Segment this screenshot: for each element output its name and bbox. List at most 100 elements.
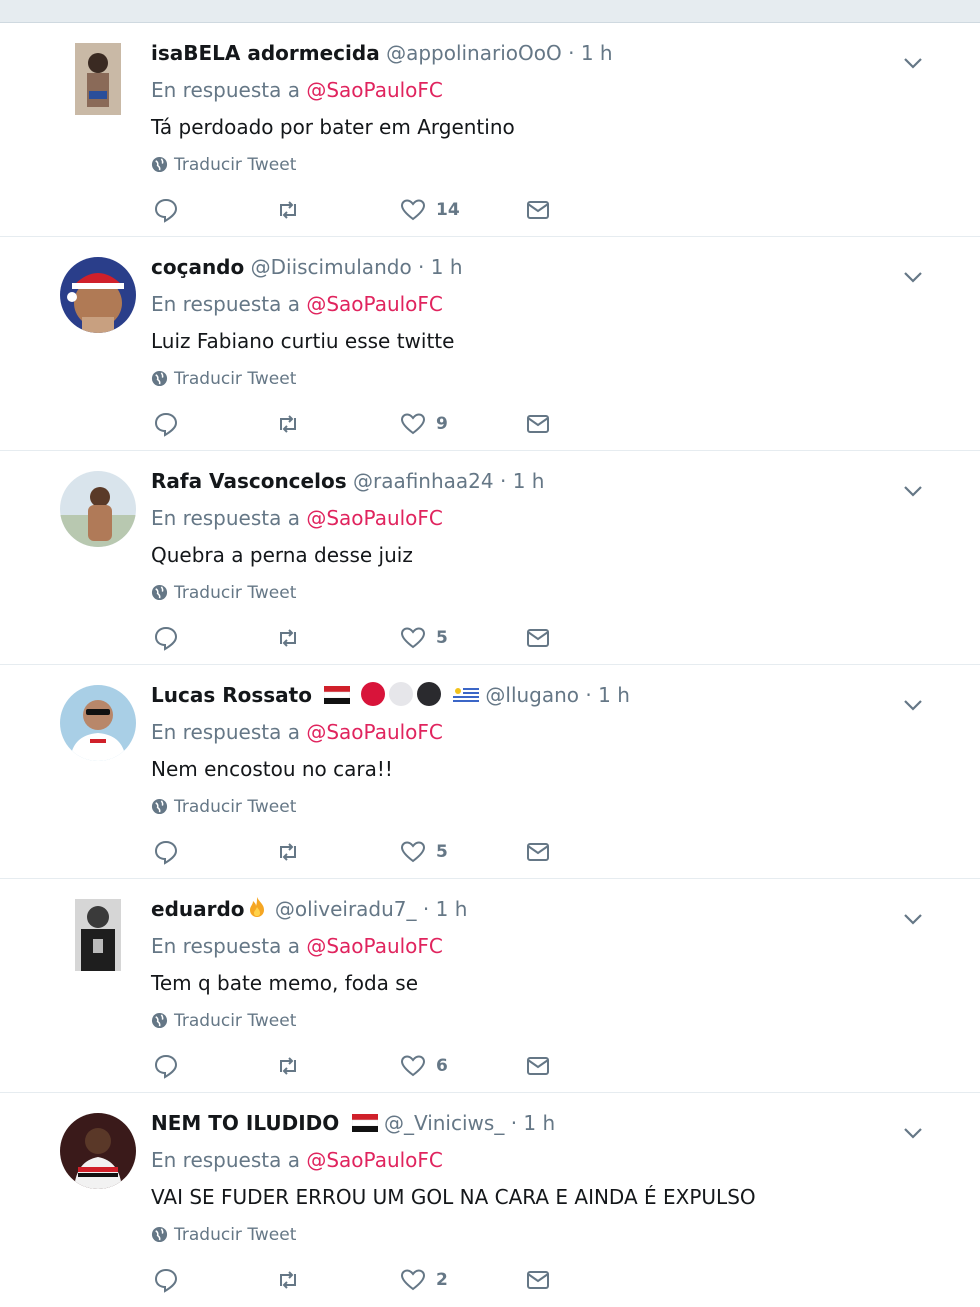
handle[interactable]: @_Viniciws_ bbox=[384, 1111, 504, 1135]
retweet-button[interactable] bbox=[275, 1265, 301, 1295]
tweet-actions: 5 bbox=[151, 623, 571, 653]
mention-link[interactable]: @SaoPauloFC bbox=[306, 506, 443, 530]
caret-down-icon[interactable] bbox=[901, 51, 925, 75]
reply-icon bbox=[154, 412, 178, 437]
display-name[interactable]: Lucas Rossato bbox=[151, 683, 312, 707]
translate-label: Traducir Tweet bbox=[174, 1225, 297, 1245]
like-button[interactable]: 2 bbox=[400, 1265, 448, 1295]
tweet-actions: 2 bbox=[151, 1265, 571, 1295]
caret-down-icon[interactable] bbox=[901, 693, 925, 717]
display-name[interactable]: coçando bbox=[151, 255, 244, 279]
mention-link[interactable]: @SaoPauloFC bbox=[306, 720, 443, 744]
retweet-button[interactable] bbox=[275, 1051, 301, 1081]
tweet-text: Tá perdoado por bater em Argentino bbox=[151, 115, 515, 139]
caret-down-icon[interactable] bbox=[901, 907, 925, 931]
display-name[interactable]: eduardo bbox=[151, 897, 245, 921]
retweet-button[interactable] bbox=[275, 409, 301, 439]
retweet-button[interactable] bbox=[275, 837, 301, 867]
reply-feed: isaBELA adormecida @appolinarioOoO · 1 h… bbox=[0, 23, 980, 1307]
dm-button[interactable] bbox=[525, 409, 551, 439]
timestamp[interactable]: 1 h bbox=[513, 469, 545, 493]
mention-link[interactable]: @SaoPauloFC bbox=[306, 934, 443, 958]
avatar[interactable] bbox=[60, 257, 136, 333]
reply-icon bbox=[154, 1054, 178, 1079]
timestamp[interactable]: 1 h bbox=[523, 1111, 555, 1135]
mention-link[interactable]: @SaoPauloFC bbox=[306, 292, 443, 316]
tweet[interactable]: Rafa Vasconcelos @raafinhaa24 · 1 h En r… bbox=[0, 451, 980, 665]
dm-icon bbox=[527, 1271, 549, 1289]
avatar[interactable] bbox=[60, 685, 136, 761]
reply-prefix: En respuesta a bbox=[151, 506, 300, 530]
like-count: 9 bbox=[436, 414, 448, 434]
tweet[interactable]: eduardo @oliveiradu7_ · 1 h En respuesta… bbox=[0, 879, 980, 1093]
translate-link[interactable]: Traducir Tweet bbox=[151, 1223, 296, 1247]
handle[interactable]: @raafinhaa24 bbox=[353, 469, 494, 493]
dm-button[interactable] bbox=[525, 623, 551, 653]
avatar[interactable] bbox=[75, 43, 121, 115]
reply-button[interactable] bbox=[153, 409, 179, 439]
caret-down-icon[interactable] bbox=[901, 479, 925, 503]
tweet[interactable]: isaBELA adormecida @appolinarioOoO · 1 h… bbox=[0, 23, 980, 237]
mention-link[interactable]: @SaoPauloFC bbox=[306, 78, 443, 102]
like-button[interactable]: 9 bbox=[400, 409, 448, 439]
separator: · bbox=[422, 897, 430, 921]
reply-prefix: En respuesta a bbox=[151, 78, 300, 102]
reply-button[interactable] bbox=[153, 1051, 179, 1081]
black-circle-icon bbox=[416, 682, 441, 706]
uruguay-flag-icon bbox=[453, 683, 480, 704]
display-name[interactable]: isaBELA adormecida bbox=[151, 41, 380, 65]
reply-prefix: En respuesta a bbox=[151, 1148, 300, 1172]
like-button[interactable]: 5 bbox=[400, 623, 448, 653]
dm-button[interactable] bbox=[525, 1051, 551, 1081]
timestamp[interactable]: 1 h bbox=[436, 897, 468, 921]
tweet[interactable]: Lucas Rossato @llugano · 1 h En respuest… bbox=[0, 665, 980, 879]
retweet-button[interactable] bbox=[275, 623, 301, 653]
like-icon bbox=[400, 1055, 426, 1077]
mention-link[interactable]: @SaoPauloFC bbox=[306, 1148, 443, 1172]
caret-down-icon[interactable] bbox=[901, 1121, 925, 1145]
timestamp[interactable]: 1 h bbox=[598, 683, 630, 707]
reply-button[interactable] bbox=[153, 837, 179, 867]
translate-link[interactable]: Traducir Tweet bbox=[151, 1009, 296, 1033]
avatar[interactable] bbox=[60, 1113, 136, 1189]
reply-button[interactable] bbox=[153, 623, 179, 653]
reply-button[interactable] bbox=[153, 195, 179, 225]
timestamp[interactable]: 1 h bbox=[431, 255, 463, 279]
dm-button[interactable] bbox=[525, 195, 551, 225]
like-icon bbox=[400, 627, 426, 649]
avatar[interactable] bbox=[75, 899, 121, 971]
translate-link[interactable]: Traducir Tweet bbox=[151, 153, 296, 177]
display-name[interactable]: Rafa Vasconcelos bbox=[151, 469, 347, 493]
tweet[interactable]: coçando @Diiscimulando · 1 h En respuest… bbox=[0, 237, 980, 451]
tweet[interactable]: NEM TO ILUDIDO @_Viniciws_ · 1 h En resp… bbox=[0, 1093, 980, 1307]
dm-button[interactable] bbox=[525, 1265, 551, 1295]
reply-icon bbox=[154, 840, 178, 865]
dm-button[interactable] bbox=[525, 837, 551, 867]
like-button[interactable]: 14 bbox=[400, 195, 460, 225]
separator: · bbox=[568, 41, 575, 65]
avatar[interactable] bbox=[60, 471, 136, 547]
dm-icon bbox=[527, 843, 549, 861]
separator: · bbox=[510, 1111, 518, 1135]
translate-label: Traducir Tweet bbox=[174, 1011, 297, 1031]
dm-icon bbox=[527, 1057, 549, 1075]
retweet-button[interactable] bbox=[275, 195, 301, 225]
translate-link[interactable]: Traducir Tweet bbox=[151, 367, 296, 391]
translate-link[interactable]: Traducir Tweet bbox=[151, 795, 296, 819]
display-name[interactable]: NEM TO ILUDIDO bbox=[151, 1111, 339, 1135]
timestamp[interactable]: 1 h bbox=[581, 41, 613, 65]
dm-icon bbox=[527, 629, 549, 647]
like-button[interactable]: 5 bbox=[400, 837, 448, 867]
handle[interactable]: @Diiscimulando bbox=[251, 255, 412, 279]
reply-icon bbox=[154, 1268, 178, 1293]
caret-down-icon[interactable] bbox=[901, 265, 925, 289]
like-button[interactable]: 6 bbox=[400, 1051, 448, 1081]
handle[interactable]: @appolinarioOoO bbox=[386, 41, 562, 65]
handle[interactable]: @llugano bbox=[485, 683, 579, 707]
translate-link[interactable]: Traducir Tweet bbox=[151, 581, 296, 605]
translate-label: Traducir Tweet bbox=[174, 797, 297, 817]
like-icon bbox=[400, 1269, 426, 1291]
reply-button[interactable] bbox=[153, 1265, 179, 1295]
tweet-text: Tem q bate memo, foda se bbox=[151, 971, 419, 995]
handle[interactable]: @oliveiradu7_ bbox=[275, 897, 417, 921]
